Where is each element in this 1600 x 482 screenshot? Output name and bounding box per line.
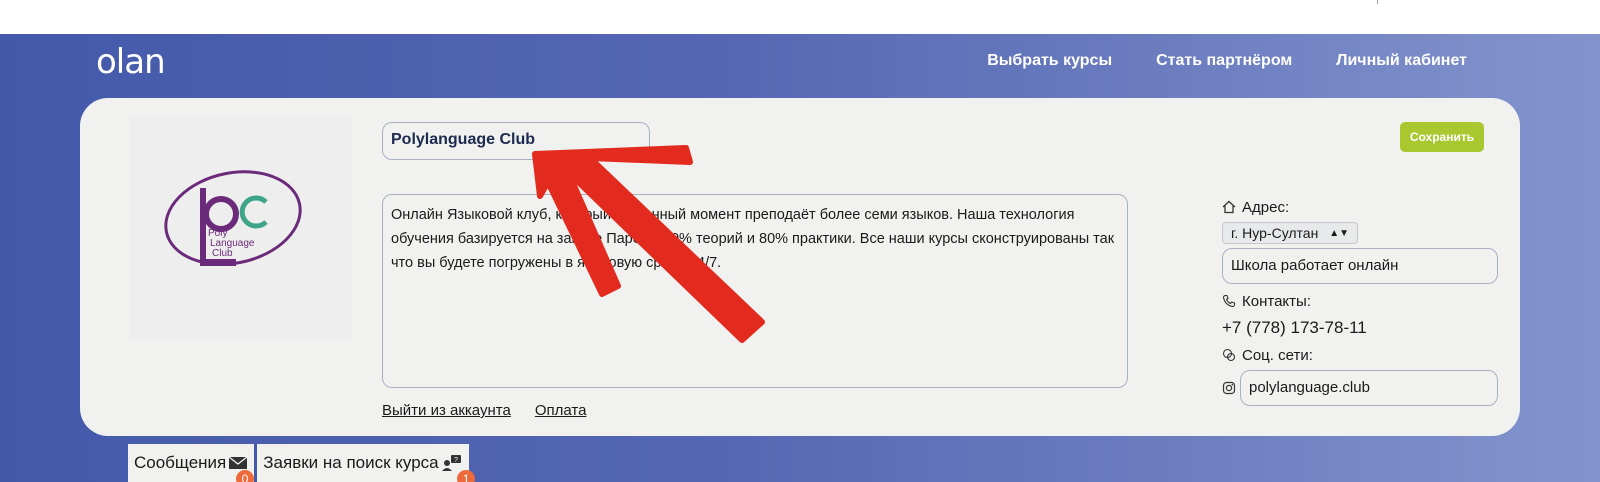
top-strip — [0, 0, 1600, 34]
social-label-row: Соц. сети: — [1222, 344, 1498, 366]
chat-icon — [1222, 348, 1236, 362]
main-nav: Выбрать курсы Стать партнёром Личный каб… — [987, 52, 1467, 70]
logo-line3: Club — [212, 248, 233, 259]
home-icon — [1222, 200, 1236, 214]
site-logo[interactable]: olan — [96, 42, 166, 82]
svg-text:?: ? — [454, 457, 458, 464]
contacts-label: Контакты: — [1242, 292, 1311, 310]
address-label: Адрес: — [1242, 198, 1290, 216]
divider — [1377, 0, 1378, 4]
city-select-value: г. Нур-Султан — [1231, 225, 1319, 241]
messages-count-badge: 0 — [236, 470, 254, 482]
payment-link[interactable]: Оплата — [535, 402, 587, 419]
social-label: Соц. сети: — [1242, 346, 1313, 364]
nav-personal-cabinet[interactable]: Личный кабинет — [1336, 52, 1467, 70]
address-field[interactable]: Школа работает онлайн — [1222, 248, 1498, 284]
city-select[interactable]: г. Нур-Султан ▲▼ — [1222, 222, 1358, 244]
site-logo-text: olan — [96, 42, 166, 82]
school-logo[interactable]: Poly Language Club — [130, 116, 352, 338]
envelope-icon — [228, 456, 248, 469]
info-panel: Адрес: г. Нур-Султан ▲▼ Школа работает о… — [1222, 196, 1498, 406]
select-arrows-icon: ▲▼ — [1329, 227, 1349, 239]
bottom-tabs: Сообщения 0 Заявки на поиск курса ? 1 — [128, 444, 476, 482]
logout-link[interactable]: Выйти из аккаунта — [382, 402, 511, 419]
instagram-field[interactable]: polylanguage.club — [1240, 370, 1498, 406]
school-logo-image: Poly Language Club — [164, 170, 302, 266]
tab-course-requests-label: Заявки на поиск курса — [263, 453, 439, 472]
account-links: Выйти из аккаунта Оплата — [382, 402, 586, 419]
school-name-field[interactable]: Polylanguage Club — [382, 122, 650, 160]
save-button[interactable]: Сохранить — [1400, 122, 1484, 152]
tab-messages-label: Сообщения — [134, 453, 227, 472]
instagram-icon — [1222, 381, 1236, 395]
instagram-row: polylanguage.club — [1222, 370, 1498, 406]
description-field[interactable]: Онлайн Языковой клуб, который на данный … — [382, 194, 1128, 388]
address-label-row: Адрес: — [1222, 196, 1498, 218]
phone-icon — [1222, 294, 1236, 308]
user-request-icon: ? — [441, 455, 461, 471]
phone-number: +7 (778) 173-78-11 — [1222, 318, 1367, 337]
contacts-label-row: Контакты: — [1222, 290, 1498, 312]
tab-course-requests[interactable]: Заявки на поиск курса ? 1 — [254, 444, 476, 482]
nav-become-partner[interactable]: Стать партнёром — [1156, 52, 1292, 70]
tab-messages[interactable]: Сообщения 0 — [128, 444, 255, 482]
nav-choose-courses[interactable]: Выбрать курсы — [987, 52, 1112, 70]
